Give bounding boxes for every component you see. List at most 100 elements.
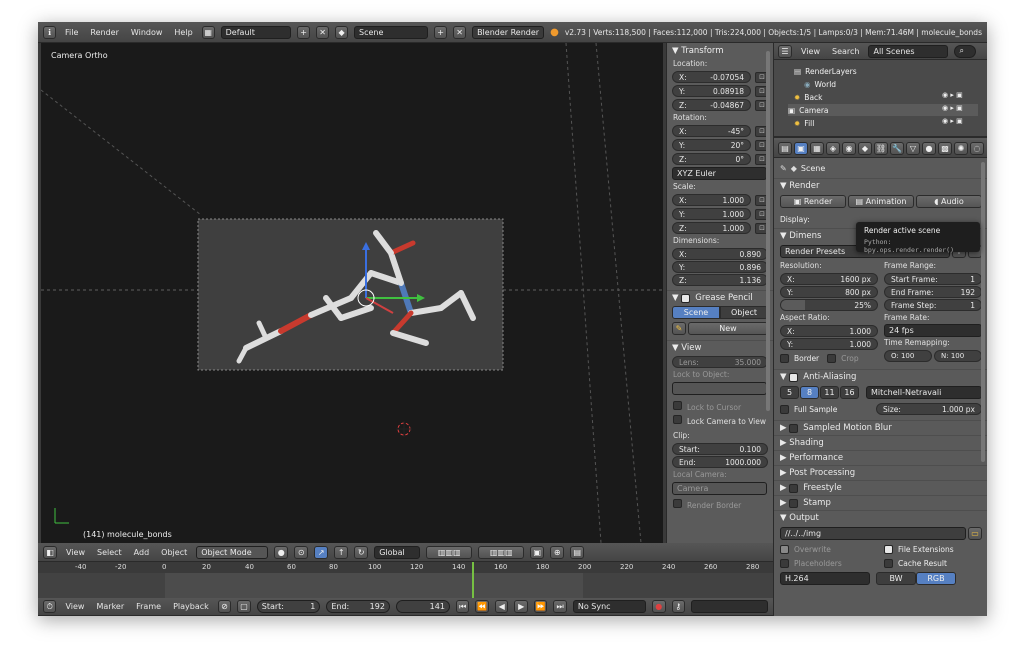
folder-icon[interactable]: ▭ — [968, 527, 982, 540]
add-layout-icon[interactable]: + — [297, 25, 311, 39]
grease-new-button[interactable]: New — [688, 322, 768, 335]
aa-samples-11[interactable]: 11 — [820, 386, 839, 399]
render-tab-icon[interactable]: ▣ — [794, 142, 808, 155]
aa-samples-8[interactable]: 8 — [800, 386, 819, 399]
aspect-y-field[interactable]: Y: 1.000 — [780, 338, 878, 350]
visibility-eye-icon[interactable]: ◉ ▸ ▣ — [942, 104, 963, 112]
frame-step-field[interactable]: Frame Step: 1 — [884, 299, 982, 311]
pencil-icon[interactable]: ✎ — [672, 322, 686, 335]
grease-pencil-checkbox[interactable] — [681, 293, 691, 303]
cache-result-checkbox[interactable] — [884, 558, 893, 568]
location-z-field[interactable]: Z: -0.04867 — [672, 99, 751, 111]
rotation-z-field[interactable]: Z: 0° — [672, 153, 751, 165]
layout-field[interactable]: Default — [220, 25, 292, 39]
menu-view[interactable]: View — [63, 548, 88, 557]
pivot-icon[interactable]: ⊙ — [294, 545, 309, 559]
dimension-x-field[interactable]: X: 0.890 — [672, 248, 768, 260]
rotate-icon[interactable]: ↻ — [354, 545, 369, 559]
menu-marker[interactable]: Marker — [93, 602, 127, 611]
layers-icon[interactable]: ▥▥▥ — [478, 545, 525, 559]
lock-object-field[interactable] — [672, 382, 767, 395]
editor-type-icon[interactable]: ◧ — [43, 545, 57, 559]
data-tab-icon[interactable]: ▽ — [906, 142, 920, 155]
outliner-filter-select[interactable]: All Scenes — [868, 44, 949, 58]
clip-end-field[interactable]: End: 1000.000 — [672, 456, 768, 468]
material-tab-icon[interactable]: ● — [922, 142, 936, 155]
lock-range-icon[interactable]: ▢ — [237, 600, 251, 613]
menu-view[interactable]: View — [62, 602, 87, 611]
resolution-percentage-slider[interactable]: 25% — [780, 299, 878, 311]
end-frame-field[interactable]: End: 192 — [326, 600, 390, 613]
mode-select[interactable]: Object Mode — [196, 545, 269, 559]
3d-viewport[interactable]: Camera Ortho (141) molecule_bonds — [38, 43, 666, 543]
scale-z-field[interactable]: Z: 1.000 — [672, 222, 751, 234]
menu-playback[interactable]: Playback — [170, 602, 212, 611]
visibility-eye-icon[interactable]: ◉ ▸ ▣ — [942, 91, 963, 99]
constraint-tab-icon[interactable]: ⛓ — [874, 142, 888, 155]
scale-x-field[interactable]: X: 1.000 — [672, 194, 751, 206]
anti-aliasing-checkbox[interactable] — [789, 372, 799, 382]
clip-start-field[interactable]: Start: 0.100 — [672, 443, 768, 455]
file-extensions-checkbox[interactable] — [884, 544, 893, 554]
dimension-y-field[interactable]: Y: 0.896 — [672, 261, 768, 273]
resolution-y-field[interactable]: Y: 800 px — [780, 286, 878, 298]
freestyle-header[interactable]: ▶ Freestyle — [774, 480, 987, 495]
cache-result-option[interactable]: Cache Result — [884, 556, 982, 570]
resolution-x-field[interactable]: X: 1600 px — [780, 273, 878, 285]
layers-tab-icon[interactable]: ▦ — [810, 142, 824, 155]
next-key-icon[interactable]: ⏩ — [533, 600, 548, 613]
dimension-z-field[interactable]: Z: 1.136 — [672, 274, 768, 286]
start-frame-field[interactable]: Start Frame: 1 — [884, 273, 982, 285]
render-border-option[interactable]: Render Border — [667, 496, 773, 510]
rotation-x-field[interactable]: X: -45° — [672, 125, 751, 137]
menu-add[interactable]: Add — [131, 548, 153, 557]
keying-set-field[interactable] — [691, 600, 768, 613]
placeholders-option[interactable]: Placeholders — [780, 556, 878, 570]
scale-y-field[interactable]: Y: 1.000 — [672, 208, 751, 220]
lock-camera-option[interactable]: Lock Camera to View — [667, 413, 773, 428]
current-frame-field[interactable]: 141 — [395, 600, 450, 613]
location-y-field[interactable]: Y: 0.08918 — [672, 85, 751, 97]
search-icon[interactable]: ⌕ — [954, 44, 977, 58]
remove-scene-icon[interactable]: ✕ — [453, 25, 467, 39]
physics-tab-icon[interactable]: ◌ — [970, 142, 984, 155]
editor-type-icon[interactable]: ☰ — [778, 44, 792, 58]
menu-object[interactable]: Object — [158, 548, 190, 557]
render-section-header[interactable]: ▼ Render — [774, 178, 987, 193]
editor-type-icon[interactable]: ▤ — [778, 142, 792, 155]
snap-icon[interactable]: ⊕ — [550, 545, 565, 559]
transform-panel-header[interactable]: ▼ Transform — [667, 43, 773, 58]
pin-icon[interactable]: ✎ — [780, 164, 787, 173]
motion-blur-checkbox[interactable] — [789, 423, 799, 433]
overwrite-checkbox[interactable] — [780, 544, 789, 554]
menu-frame[interactable]: Frame — [133, 602, 164, 611]
orientation-select[interactable]: Global — [374, 545, 421, 559]
world-tab-icon[interactable]: ◉ — [842, 142, 856, 155]
file-format-select[interactable]: H.264 — [780, 572, 870, 585]
color-bw-button[interactable]: BW — [876, 572, 916, 585]
color-rgb-button[interactable]: RGB — [916, 572, 956, 585]
editor-type-icon[interactable]: ℹ — [43, 25, 56, 39]
shading-icon[interactable]: ● — [274, 545, 289, 559]
scene-tab-icon[interactable]: ◈ — [826, 142, 840, 155]
animation-button[interactable]: ▤ Animation — [848, 195, 914, 208]
keying-set-icon[interactable]: ⚷ — [671, 600, 685, 613]
menu-render[interactable]: Render — [87, 28, 121, 37]
aspect-x-field[interactable]: X: 1.000 — [780, 325, 878, 337]
camera-view-area[interactable]: Camera Ortho (141) molecule_bonds — [41, 43, 663, 543]
anti-aliasing-header[interactable]: ▼ Anti-Aliasing — [774, 369, 987, 384]
jump-start-icon[interactable]: ⏮ — [455, 600, 470, 613]
outliner-item[interactable]: ◉ World — [804, 78, 836, 90]
layers-icon[interactable]: ▥▥▥ — [426, 545, 473, 559]
menu-file[interactable]: File — [62, 28, 81, 37]
end-frame-field[interactable]: End Frame: 192 — [884, 286, 982, 298]
shading-header[interactable]: ▶ Shading — [774, 435, 987, 450]
file-extensions-option[interactable]: File Extensions — [884, 542, 982, 556]
remap-new-field[interactable]: N: 100 — [934, 350, 982, 362]
outliner-item[interactable]: ▤ RenderLayers — [794, 65, 857, 77]
scrollbar[interactable] — [766, 51, 770, 411]
render-border-checkbox[interactable] — [673, 499, 682, 508]
location-x-field[interactable]: X: -0.07054 — [672, 71, 751, 83]
menu-view[interactable]: View — [798, 47, 823, 56]
placeholders-checkbox[interactable] — [780, 558, 789, 568]
